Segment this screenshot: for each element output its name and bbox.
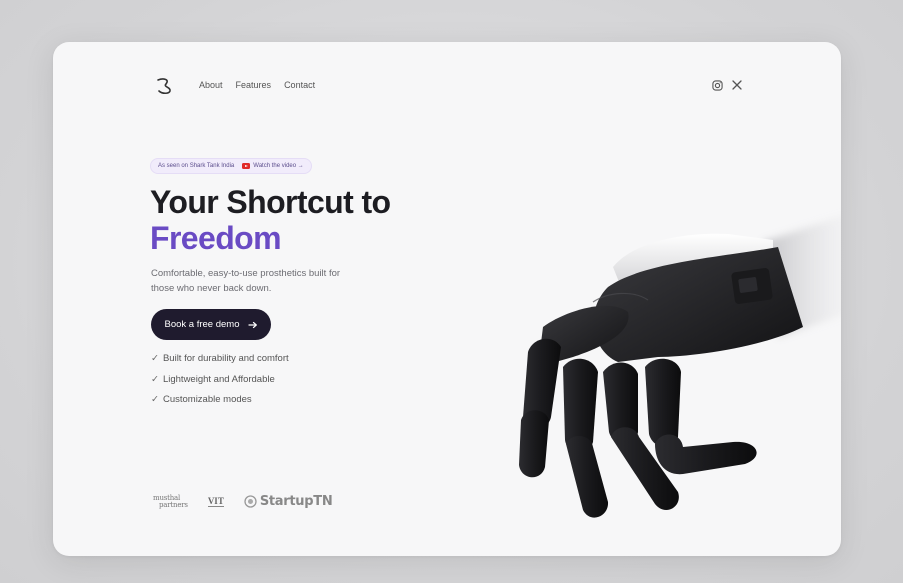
badge-text: As seen on Shark Tank India	[158, 163, 235, 169]
landing-card: About Features Contact As seen on Shark …	[53, 42, 841, 556]
partner-logo-vit: VIT	[207, 496, 224, 507]
feature-label: Built for durability and comfort	[162, 353, 289, 364]
check-icon: ✓	[151, 373, 159, 385]
partner-logo-startuptn: StartupTN	[244, 494, 333, 509]
arrow-right-icon	[247, 321, 257, 328]
press-badge: As seen on Shark Tank India Watch the vi…	[150, 158, 312, 174]
youtube-icon	[242, 163, 251, 169]
startuptn-emblem-icon	[244, 495, 257, 508]
feature-item: ✓ Lightweight and Affordable	[151, 374, 289, 395]
feature-list: ✓ Built for durability and comfort ✓ Light…	[151, 353, 289, 415]
brand-logo[interactable]	[154, 76, 176, 96]
nav-contact[interactable]: Contact	[284, 80, 315, 90]
prosthetic-hand-image	[519, 216, 841, 518]
partner-name: partners	[159, 500, 188, 509]
background: About Features Contact As seen on Shark …	[0, 0, 903, 583]
nav-about[interactable]: About	[199, 80, 223, 90]
partner-logo-musthal: musthal partners	[153, 494, 188, 509]
partner-logos: musthal partners VIT StartupTN	[153, 494, 333, 509]
feature-item: ✓ Built for durability and comfort	[151, 353, 289, 374]
check-icon: ✓	[151, 353, 159, 364]
hero-title-line2: Freedom	[150, 220, 282, 256]
feature-item: ✓ Customizable modes	[151, 394, 289, 415]
hero-title-line1: Your Shortcut to	[150, 184, 391, 220]
hero-subtitle: Comfortable, easy-to-use prosthetics bui…	[151, 268, 341, 294]
book-demo-label: Book a free demo	[164, 319, 240, 330]
partner-name: StartupTN	[259, 494, 333, 509]
watch-video-link[interactable]: Watch the video →	[242, 163, 304, 169]
instagram-icon[interactable]	[711, 79, 723, 91]
watch-video-label: Watch the video →	[253, 163, 304, 169]
social-links	[711, 79, 743, 91]
nav-features[interactable]: Features	[236, 80, 272, 90]
x-icon[interactable]	[731, 79, 743, 91]
partner-name: VIT	[207, 496, 224, 506]
check-icon: ✓	[151, 394, 159, 405]
book-demo-button[interactable]: Book a free demo	[151, 309, 271, 340]
feature-label: Customizable modes	[162, 394, 252, 405]
feature-label: Lightweight and Affordable	[162, 373, 275, 385]
main-nav: About Features Contact	[199, 80, 315, 90]
